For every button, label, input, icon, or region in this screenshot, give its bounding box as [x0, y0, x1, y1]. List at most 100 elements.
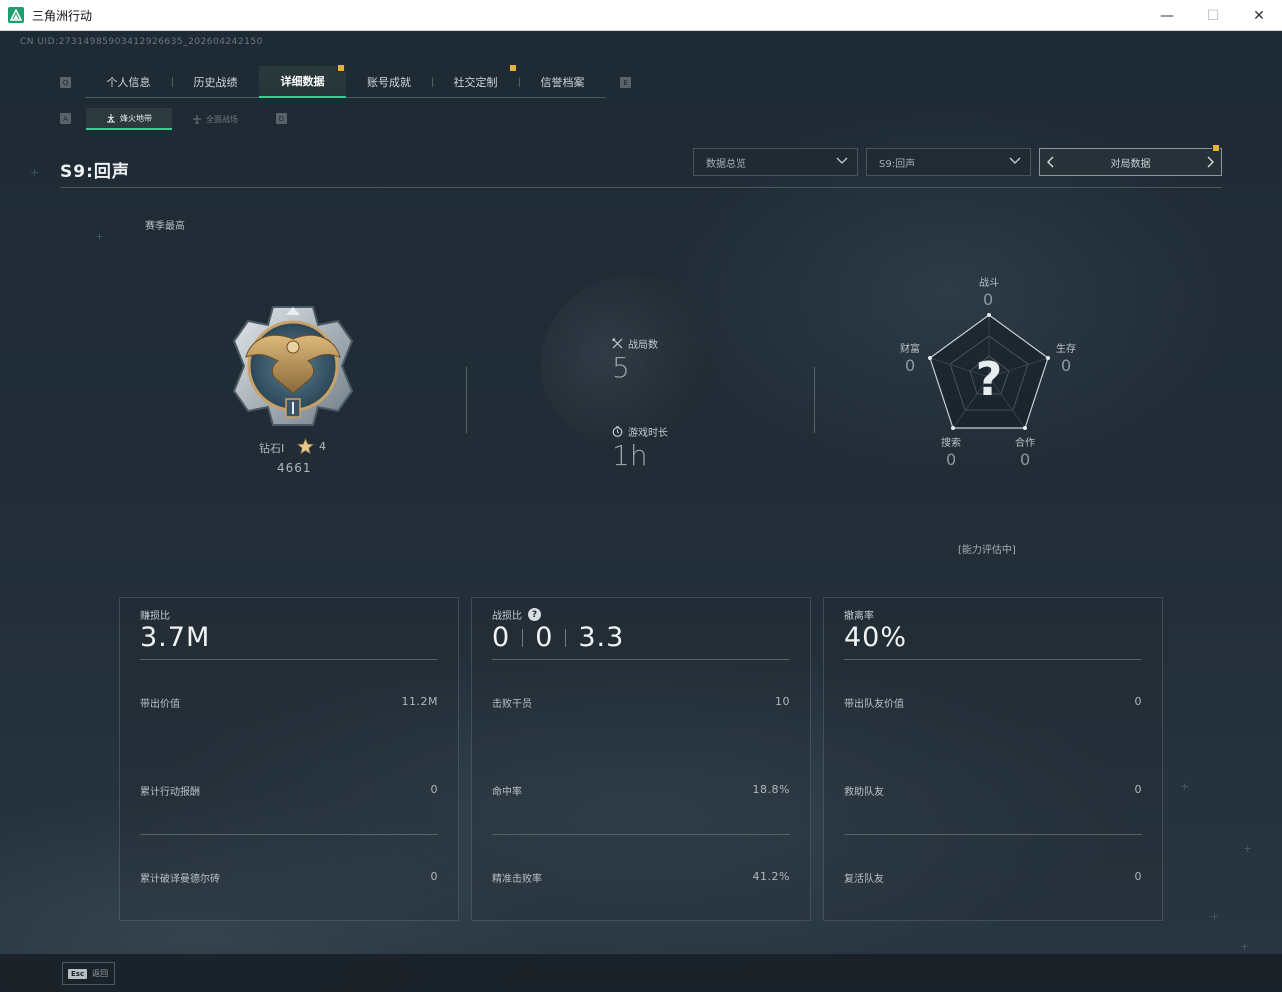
window-controls: — ☐ ✕	[1144, 0, 1282, 31]
card-row-label: 命中率	[492, 787, 522, 798]
notification-badge	[1212, 144, 1220, 152]
game-viewport: CN UID:27314985903412926635_202604242150…	[0, 31, 1282, 992]
rank-score: 4661	[277, 461, 312, 475]
card-row-value: 41.2%	[752, 870, 790, 883]
card-row-value: 0	[1134, 695, 1142, 708]
chevron-right-icon[interactable]	[1204, 155, 1216, 169]
card-title: 撤离率	[844, 611, 874, 622]
rank-star-count: 4	[319, 440, 326, 453]
card-row-label: 累计破译曼德尔砖	[140, 874, 220, 885]
tab-social-custom[interactable]: 社交定制	[432, 64, 519, 98]
card-row-label: 带出价值	[140, 699, 180, 710]
section-divider	[466, 367, 467, 433]
decor-plus-icon: +	[1210, 910, 1220, 923]
data-overview-dropdown[interactable]: 数据总览	[693, 148, 858, 176]
tab-next-key-hint: E	[620, 77, 631, 88]
ability-radar-chart: ?	[928, 313, 1050, 430]
match-data-selector[interactable]: 对局数据	[1039, 144, 1222, 176]
back-label: 返回	[92, 969, 109, 978]
notification-badge	[509, 64, 517, 72]
section-divider	[814, 367, 815, 433]
notification-badge	[337, 64, 345, 72]
radar-survival-value: 0	[1061, 356, 1072, 375]
radar-cooperation-value: 0	[1020, 450, 1031, 469]
season-title: S9:回声	[60, 162, 130, 182]
card-main-value: 40%	[844, 622, 908, 653]
subtab-full-battlefield[interactable]: 全面战场	[172, 108, 258, 130]
beacon-icon	[107, 114, 115, 123]
matches-label: 战局数	[612, 336, 658, 351]
radar-survival-label: 生存	[1056, 344, 1076, 355]
season-dropdown[interactable]: S9:回声	[866, 148, 1031, 176]
stopwatch-icon	[612, 426, 623, 437]
card-divider	[492, 659, 790, 660]
chevron-down-icon	[836, 157, 848, 164]
window-title: 三角洲行动	[32, 8, 93, 23]
card-title: 战损比 ?	[492, 607, 541, 622]
tab-personal-info[interactable]: 个人信息	[85, 66, 172, 98]
card-divider	[844, 659, 1142, 660]
bottom-bar	[0, 954, 1282, 992]
chevron-left-icon[interactable]	[1045, 155, 1057, 169]
radar-search-label: 搜索	[941, 438, 961, 449]
card-row-value: 0	[430, 870, 438, 883]
playtime-value: 1h	[612, 439, 648, 472]
minimize-button[interactable]: —	[1144, 0, 1190, 31]
card-row-value: 18.8%	[752, 783, 790, 796]
radar-combat-value: 0	[983, 290, 994, 309]
tab-achievements[interactable]: 账号成就	[346, 66, 432, 98]
tab-prev-key-hint: Q	[60, 77, 71, 88]
ability-assessment-status: [能力评估中]	[958, 545, 1016, 556]
decor-plus-icon: +	[30, 166, 40, 179]
player-uid: CN UID:27314985903412926635_202604242150	[20, 37, 263, 47]
card-row-value: 0	[430, 783, 438, 796]
card-main-value: 0 0 3.3	[492, 622, 625, 653]
playtime-label: 游戏时长	[612, 424, 668, 439]
aircraft-icon	[193, 115, 201, 124]
chevron-down-icon	[1009, 157, 1021, 164]
tab-detailed-data[interactable]: 详细数据	[259, 64, 346, 98]
card-divider	[844, 834, 1142, 835]
matches-value: 5	[612, 351, 630, 384]
card-row-value: 0	[1134, 870, 1142, 883]
app-logo-icon	[8, 7, 24, 23]
radar-combat-label: 战斗	[979, 278, 999, 289]
card-row-label: 累计行动报酬	[140, 787, 200, 798]
radar-unknown-icon: ?	[976, 352, 1003, 406]
header-divider	[60, 187, 1222, 188]
card-main-value: 3.7M	[140, 622, 211, 653]
help-icon[interactable]: ?	[528, 608, 541, 621]
card-row-label: 救助队友	[844, 787, 884, 798]
maximize-button[interactable]: ☐	[1190, 0, 1236, 31]
subtab-prev-key-hint: A	[60, 113, 71, 124]
decor-plus-icon: +	[95, 230, 105, 243]
radar-wealth-value: 0	[905, 356, 916, 375]
card-row-value: 10	[775, 695, 790, 708]
card-row-label: 带出队友价值	[844, 699, 904, 710]
crossed-swords-icon	[612, 338, 623, 349]
window-titlebar: 三角洲行动 — ☐ ✕	[0, 0, 1282, 31]
rank-name: 钻石I	[259, 442, 285, 455]
star-icon	[297, 438, 314, 455]
card-row-value: 11.2M	[401, 695, 438, 708]
diamond-rank-medal-icon	[232, 306, 354, 426]
main-tabs: 个人信息 历史战绩 详细数据 账号成就 社交定制 信誉档案	[85, 64, 606, 98]
card-title: 赚损比	[140, 611, 170, 622]
tab-history[interactable]: 历史战绩	[172, 66, 259, 98]
close-button[interactable]: ✕	[1236, 0, 1282, 31]
card-row-label: 精准击败率	[492, 874, 542, 885]
radar-wealth-label: 财富	[900, 344, 920, 355]
card-row-label: 复活队友	[844, 874, 884, 885]
decor-plus-icon: +	[1243, 842, 1253, 855]
card-row-value: 0	[1134, 783, 1142, 796]
tab-credit-record[interactable]: 信誉档案	[519, 66, 606, 98]
decor-plus-icon: +	[1180, 780, 1190, 793]
radar-cooperation-label: 合作	[1015, 438, 1035, 449]
season-best-label: 赛季最高	[145, 221, 185, 232]
subtab-hazard-zone[interactable]: 烽火地带	[86, 108, 172, 130]
extraction-rate-card: 撤离率 40% 带出队友价值 0 救助队友 0 复活队友 0	[823, 597, 1163, 921]
subtab-next-key-hint: D	[276, 113, 287, 124]
esc-key-icon: Esc	[68, 968, 88, 979]
card-divider	[140, 659, 438, 660]
back-button[interactable]: Esc 返回	[62, 962, 115, 985]
